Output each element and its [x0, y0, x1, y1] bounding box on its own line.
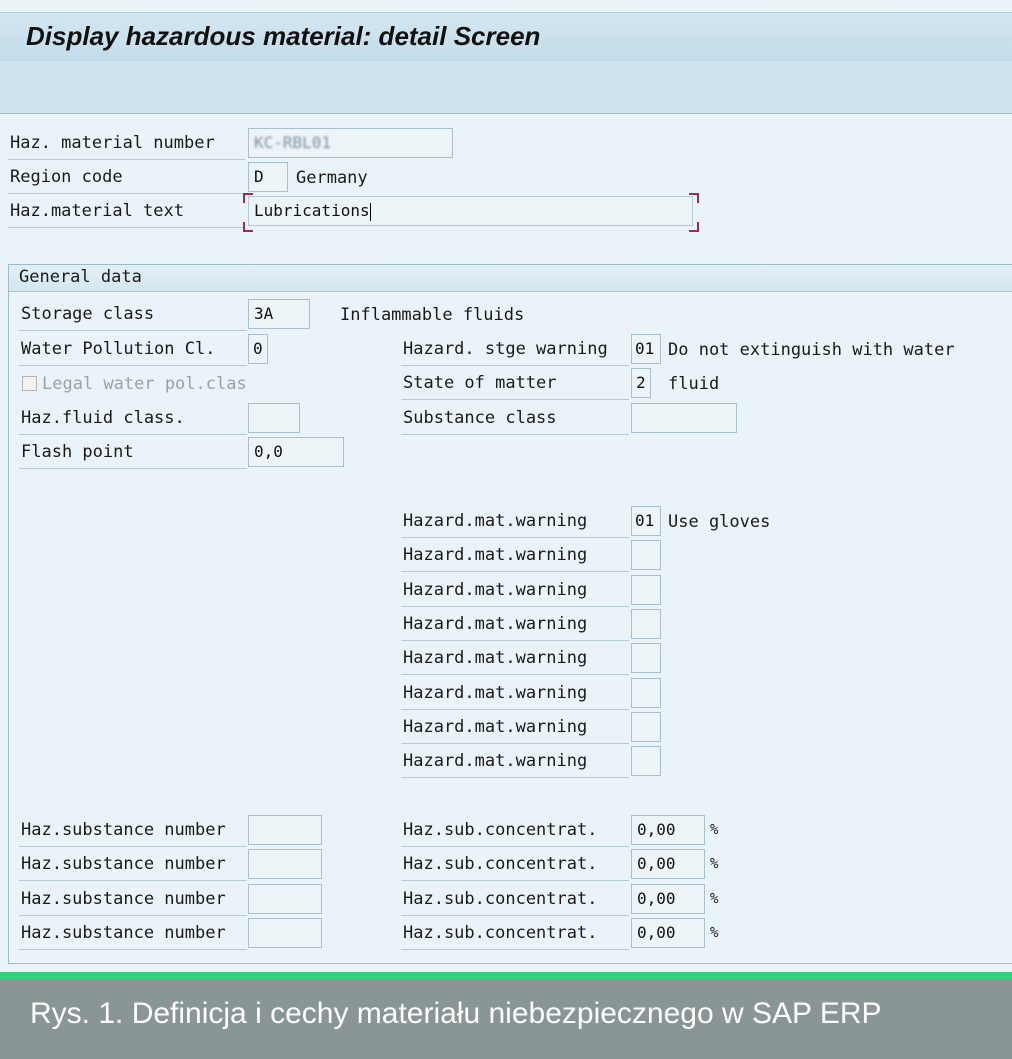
substance-number-field[interactable]: [248, 884, 322, 914]
material-number-label: Haz. material number: [8, 128, 245, 160]
focus-corner-bl: [243, 222, 253, 232]
text-cursor: [369, 202, 371, 221]
substance-number-field[interactable]: [248, 849, 322, 879]
caption-accent-line: [0, 972, 1012, 979]
hazard-warning-field[interactable]: [631, 609, 661, 639]
material-text-field[interactable]: Lubrications: [248, 196, 693, 226]
storage-class-field[interactable]: 3A: [248, 299, 310, 329]
state-of-matter-field[interactable]: 2: [631, 368, 651, 398]
flash-point-label: Flash point: [19, 437, 247, 469]
hazard-warning-field[interactable]: [631, 575, 661, 605]
substance-number-field[interactable]: [248, 815, 322, 845]
material-text-value: Lubrications: [254, 201, 370, 220]
substance-number-label: Haz.substance number: [19, 815, 247, 847]
hazard-warning-label: Hazard.mat.warning: [401, 575, 629, 607]
fluid-class-field[interactable]: [248, 403, 300, 433]
percent-unit: %: [710, 822, 719, 838]
region-code-label: Region code: [8, 162, 245, 194]
hazard-warning-field[interactable]: [631, 540, 661, 570]
substance-number-label: Haz.substance number: [19, 849, 247, 881]
title-bar: Display hazardous material: detail Scree…: [0, 12, 1012, 62]
substance-class-field[interactable]: [631, 403, 737, 433]
substance-concentration-field[interactable]: 0,00: [631, 815, 705, 845]
hazard-warning-label: Hazard.mat.warning: [401, 678, 629, 710]
storage-warning-description: Do not extinguish with water: [668, 340, 955, 360]
substance-concentration-field[interactable]: 0,00: [631, 918, 705, 948]
substance-number-label: Haz.substance number: [19, 884, 247, 916]
flash-point-field[interactable]: 0,0: [248, 437, 344, 467]
hazard-warning-field[interactable]: [631, 746, 661, 776]
storage-warning-field[interactable]: 01: [631, 334, 661, 364]
material-number-field[interactable]: KC-RBL01: [248, 128, 453, 158]
storage-class-description: Inflammable fluids: [340, 305, 525, 325]
region-code-description: Germany: [296, 168, 368, 188]
hazard-warning-label: Hazard.mat.warning: [401, 643, 629, 675]
substance-class-label: Substance class: [401, 403, 629, 435]
substance-concentration-label: Haz.sub.concentrat.: [401, 918, 629, 950]
figure-caption: Rys. 1. Definicja i cechy materiału nieb…: [30, 997, 882, 1030]
percent-unit: %: [710, 856, 719, 872]
storage-class-label: Storage class: [19, 299, 247, 331]
focus-corner-tr: [689, 193, 699, 203]
state-of-matter-description: fluid: [668, 374, 720, 394]
hazard-warning-field[interactable]: [631, 678, 661, 708]
hazard-warning-label: Hazard.mat.warning: [401, 540, 629, 572]
percent-unit: %: [710, 891, 719, 907]
storage-warning-label: Hazard. stge warning: [401, 334, 629, 366]
substance-concentration-label: Haz.sub.concentrat.: [401, 815, 629, 847]
page-title: Display hazardous material: detail Scree…: [26, 21, 541, 51]
hazard-warning-description: Use gloves: [668, 512, 771, 532]
hazard-warning-label: Hazard.mat.warning: [401, 746, 629, 778]
hazard-warning-field[interactable]: 01: [631, 506, 661, 536]
focus-corner-br: [689, 222, 699, 232]
fluid-class-label: Haz.fluid class.: [19, 403, 247, 435]
region-code-field[interactable]: D: [248, 162, 288, 192]
hazard-warning-field[interactable]: [631, 712, 661, 742]
substance-concentration-field[interactable]: 0,00: [631, 849, 705, 879]
material-text-label: Haz.material text: [8, 196, 245, 228]
legal-water-label: Legal water pol.clas: [42, 374, 247, 394]
water-pollution-field[interactable]: 0: [248, 334, 268, 364]
application-toolbar: [0, 61, 1012, 114]
material-number-value: KC-RBL01: [254, 133, 332, 152]
hazard-warning-label: Hazard.mat.warning: [401, 609, 629, 641]
focus-corner-tl: [243, 193, 253, 203]
substance-number-label: Haz.substance number: [19, 918, 247, 950]
substance-number-field[interactable]: [248, 918, 322, 948]
legal-water-checkbox[interactable]: [22, 376, 37, 391]
hazard-warning-label: Hazard.mat.warning: [401, 712, 629, 744]
general-data-title: General data: [19, 267, 142, 287]
general-data-header: General data: [9, 265, 1012, 292]
figure-caption-bar: Rys. 1. Definicja i cechy materiału nieb…: [0, 979, 1012, 1059]
substance-concentration-label: Haz.sub.concentrat.: [401, 849, 629, 881]
substance-concentration-field[interactable]: 0,00: [631, 884, 705, 914]
percent-unit: %: [710, 925, 719, 941]
hazard-warning-label: Hazard.mat.warning: [401, 506, 629, 538]
hazard-warning-field[interactable]: [631, 643, 661, 673]
substance-concentration-label: Haz.sub.concentrat.: [401, 884, 629, 916]
water-pollution-label: Water Pollution Cl.: [19, 334, 247, 366]
state-of-matter-label: State of matter: [401, 368, 629, 400]
